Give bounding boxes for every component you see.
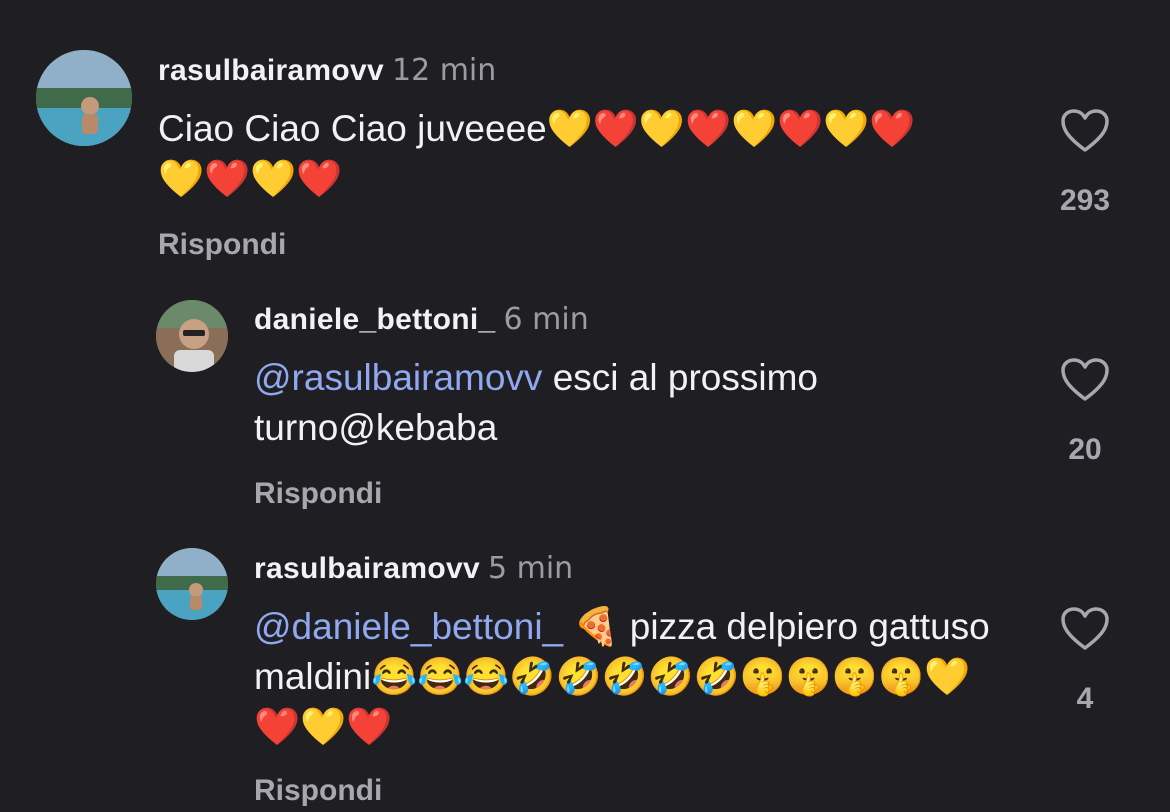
like-count: 20 [1068, 433, 1102, 466]
reply-button[interactable]: Rispondi [158, 228, 286, 262]
reply-button[interactable]: Rispondi [254, 477, 382, 511]
like-control: 20 [1045, 357, 1125, 467]
comment-text: Ciao Ciao Ciao juveeee💛❤️💛❤️💛❤️💛❤️💛❤️💛❤️ [158, 104, 918, 204]
like-count: 293 [1059, 184, 1111, 217]
comment-text: @daniele_bettoni_ 🍕 pizza delpiero gattu… [254, 602, 994, 752]
avatar-photo-icon [36, 50, 132, 146]
timestamp: 6 min [503, 302, 589, 337]
comment-top-level: rasulbairamovv 12 min Ciao Ciao Ciao juve… [0, 0, 1170, 290]
reply-button[interactable]: Rispondi [254, 774, 382, 808]
mention-link[interactable]: @rasulbairamovv [254, 357, 542, 398]
like-count: 4 [1076, 682, 1094, 715]
username[interactable]: rasulbairamovv [254, 552, 480, 585]
avatar[interactable] [36, 50, 132, 146]
comment-reply: rasulbairamovv 5 min @daniele_bettoni_ 🍕 … [0, 540, 1170, 812]
comment-header: rasulbairamovv 12 min [158, 51, 496, 91]
avatar-photo-icon [156, 300, 228, 372]
comment-reply: daniele_bettoni_ 6 min @rasulbairamovv es… [0, 290, 1170, 540]
like-control: 4 [1045, 606, 1125, 716]
comment-header: daniele_bettoni_ 6 min [254, 300, 589, 340]
comment-text: @rasulbairamovv esci al prossimo turno@k… [254, 353, 934, 453]
heart-outline-icon[interactable] [1060, 108, 1110, 154]
mention-link[interactable]: @daniele_bettoni_ [254, 606, 563, 647]
avatar[interactable] [156, 548, 228, 620]
comment-body: Ciao Ciao Ciao juveeee💛❤️💛❤️💛❤️💛❤️💛❤️💛❤️ [158, 108, 916, 199]
like-control: 293 [1045, 108, 1125, 218]
avatar[interactable] [156, 300, 228, 372]
username[interactable]: rasulbairamovv [158, 54, 384, 87]
username[interactable]: daniele_bettoni_ [254, 303, 496, 336]
comment-header: rasulbairamovv 5 min [254, 549, 573, 589]
timestamp: 5 min [487, 551, 574, 586]
timestamp: 12 min [391, 53, 497, 88]
heart-outline-icon[interactable] [1060, 606, 1110, 652]
avatar-photo-icon [156, 548, 228, 620]
heart-outline-icon[interactable] [1060, 357, 1110, 403]
